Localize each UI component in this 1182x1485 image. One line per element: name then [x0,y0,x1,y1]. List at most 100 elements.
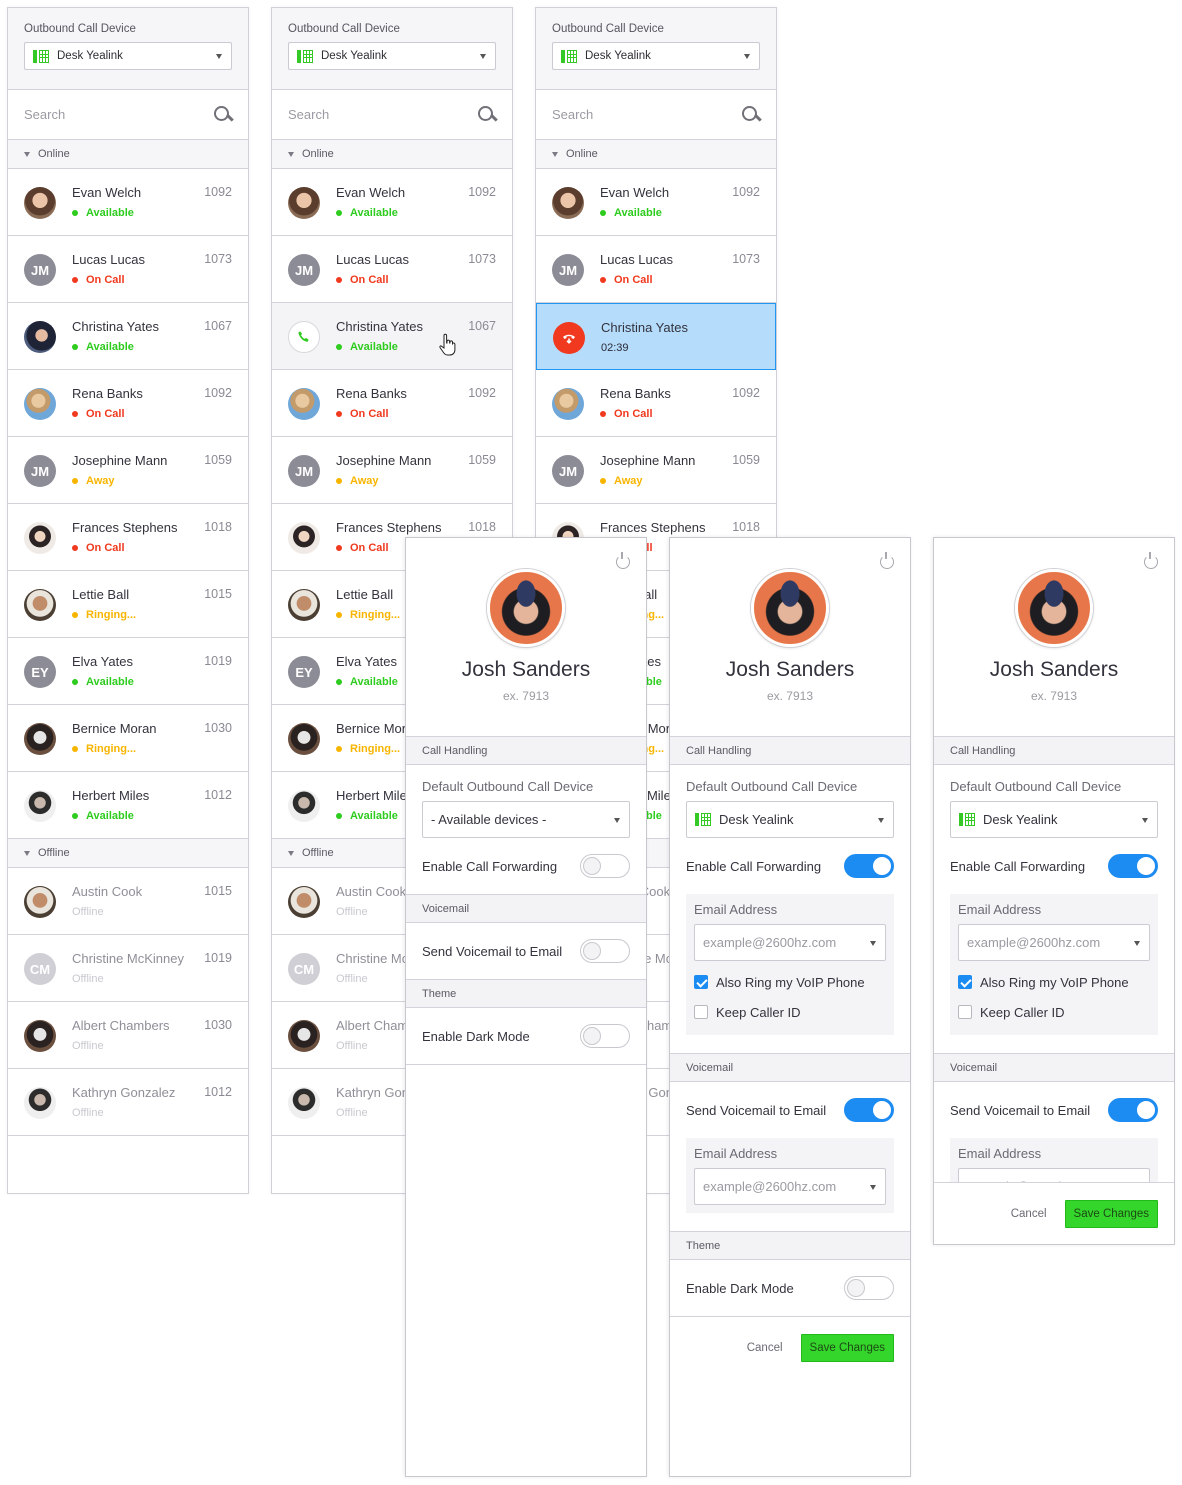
avatar-photo [24,589,56,621]
power-icon[interactable] [1144,552,1158,569]
status-dot-icon [72,210,78,216]
profile-header: Josh Sanders ex. 7913 [670,538,910,736]
status-dot-icon [72,277,78,283]
contact-row-rena-banks[interactable]: Rena Banks 1092 On Call [536,370,776,437]
contact-name: Rena Banks [72,386,143,401]
status-dot-icon [72,411,78,417]
call-forwarding-row: Enable Call Forwarding [422,838,630,894]
also-ring-row[interactable]: Also Ring my VoIP Phone [958,967,1150,997]
contact-row-frances-stephens[interactable]: Frances Stephens 1018 On Call [8,504,248,571]
also-ring-checkbox[interactable] [958,975,972,989]
search-icon[interactable] [742,105,760,124]
contact-name: Josephine Mann [600,453,696,468]
default-device-select[interactable]: Desk Yealink [686,801,894,838]
contact-row-herbert-miles[interactable]: Herbert Miles 1012 Available [8,772,248,839]
contact-row-josephine-mann[interactable]: JM Josephine Mann 1059 Away [272,437,512,504]
status-label: Away [72,475,115,487]
also-ring-checkbox[interactable] [694,975,708,989]
contact-row-josephine-mann[interactable]: JM Josephine Mann 1059 Away [8,437,248,504]
forward-email-select[interactable]: example@2600hz.com [958,924,1150,961]
selected-device: Desk Yealink [321,50,387,62]
search-icon[interactable] [214,105,232,124]
contact-row-bernice-moran[interactable]: Bernice Moran 1030 Ringing... [8,705,248,772]
contact-row-evan-welch[interactable]: Evan Welch 1092 Available [536,169,776,236]
selected-device: Desk Yealink [585,50,651,62]
settings-panel-2: Josh Sanders ex. 7913 Call Handling Defa… [669,537,911,1477]
contact-row-josephine-mann[interactable]: JM Josephine Mann 1059 Away [536,437,776,504]
contact-row-christina-yates[interactable]: Christina Yates 1067 Available [272,303,512,370]
dark-mode-toggle[interactable] [580,1024,630,1048]
search-input[interactable] [552,107,712,122]
voicemail-email-toggle[interactable] [1108,1098,1158,1122]
contact-row-rena-banks[interactable]: Rena Banks 1092 On Call [272,370,512,437]
search-input[interactable] [24,107,184,122]
contact-row-evan-welch[interactable]: Evan Welch 1092 Available [272,169,512,236]
outbound-device-select[interactable]: Desk Yealink [288,42,496,70]
keep-caller-id-row[interactable]: Keep Caller ID [958,997,1150,1027]
dark-mode-toggle[interactable] [844,1276,894,1300]
contact-row-lettie-ball[interactable]: Lettie Ball 1015 Ringing... [8,571,248,638]
contact-name: Lucas Lucas [336,252,409,267]
contact-row-evan-welch[interactable]: Evan Welch 1092 Available [8,169,248,236]
contact-row-austin-cook[interactable]: Austin Cook 1015 Offline [8,868,248,935]
outbound-device-section: Outbound Call Device Desk Yealink [8,8,248,90]
status-dot-icon [336,210,342,216]
status-label: Ringing... [336,609,400,621]
contact-row-christine-mckinney[interactable]: CM Christine McKinney 1019 Offline [8,935,248,1002]
contact-row-elva-yates[interactable]: EY Elva Yates 1019 Available [8,638,248,705]
online-group-toggle[interactable]: Online [536,140,776,169]
search-icon[interactable] [478,105,496,124]
outbound-device-select[interactable]: Desk Yealink [24,42,232,70]
contact-row-albert-chambers[interactable]: Albert Chambers 1030 Offline [8,1002,248,1069]
default-device-select[interactable]: - Available devices - [422,801,630,838]
contact-row-rena-banks[interactable]: Rena Banks 1092 On Call [8,370,248,437]
contact-row-lucas-lucas[interactable]: JM Lucas Lucas 1073 On Call [272,236,512,303]
keep-caller-id-checkbox[interactable] [958,1005,972,1019]
call-forwarding-options: Email Address example@2600hz.com Also Ri… [950,894,1158,1035]
forward-email-select[interactable]: example@2600hz.com [694,924,886,961]
avatar-initials: JM [288,455,320,487]
call-forwarding-label: Enable Call Forwarding [950,858,1086,874]
status-label: On Call [72,542,125,554]
contact-name: Frances Stephens [72,520,178,535]
power-icon[interactable] [880,552,894,569]
cancel-button[interactable]: Cancel [1011,1208,1047,1220]
voicemail-email-row: Send Voicemail to Email [686,1082,894,1138]
status-dot-icon [72,813,78,819]
online-group-toggle[interactable]: Online [8,140,248,169]
extension: 1092 [732,386,760,400]
default-device-select[interactable]: Desk Yealink [950,801,1158,838]
contact-row-christina-yates[interactable]: Christina Yates 02:39 [536,303,776,370]
keep-caller-id-row[interactable]: Keep Caller ID [694,997,886,1027]
avatar-photo [24,1087,56,1119]
hand-cursor-icon [439,333,456,356]
cancel-button[interactable]: Cancel [747,1342,783,1354]
call-forwarding-toggle[interactable] [580,854,630,878]
hang-up-button[interactable] [553,322,585,354]
extension: 1092 [468,386,496,400]
online-group-toggle[interactable]: Online [272,140,512,169]
contact-name: Bernice Moran [72,721,157,736]
contact-row-lucas-lucas[interactable]: JM Lucas Lucas 1073 On Call [536,236,776,303]
offline-group-toggle[interactable]: Offline [8,839,248,868]
contact-name: Lettie Ball [336,587,394,602]
voicemail-address-select[interactable]: example@2600hz.com [694,1168,886,1205]
also-ring-row[interactable]: Also Ring my VoIP Phone [694,967,886,997]
outbound-device-select[interactable]: Desk Yealink [552,42,760,70]
power-icon[interactable] [616,552,630,569]
contact-row-lucas-lucas[interactable]: JM Lucas Lucas 1073 On Call [8,236,248,303]
save-changes-button[interactable]: Save Changes [1064,1199,1158,1228]
call-button[interactable] [288,321,320,353]
contact-row-christina-yates[interactable]: Christina Yates 1067 Available [8,303,248,370]
call-forwarding-toggle[interactable] [1108,854,1158,878]
avatar-photo [288,388,320,420]
keep-caller-id-checkbox[interactable] [694,1005,708,1019]
voicemail-email-toggle[interactable] [580,939,630,963]
voicemail-header: Voicemail [934,1053,1174,1082]
contact-row-kathryn-gonzalez[interactable]: Kathryn Gonzalez 1012 Offline [8,1069,248,1136]
search-input[interactable] [288,107,448,122]
call-forwarding-toggle[interactable] [844,854,894,878]
voicemail-email-toggle[interactable] [844,1098,894,1122]
save-changes-button[interactable]: Save Changes [800,1334,894,1362]
status-label: Available [336,207,398,219]
